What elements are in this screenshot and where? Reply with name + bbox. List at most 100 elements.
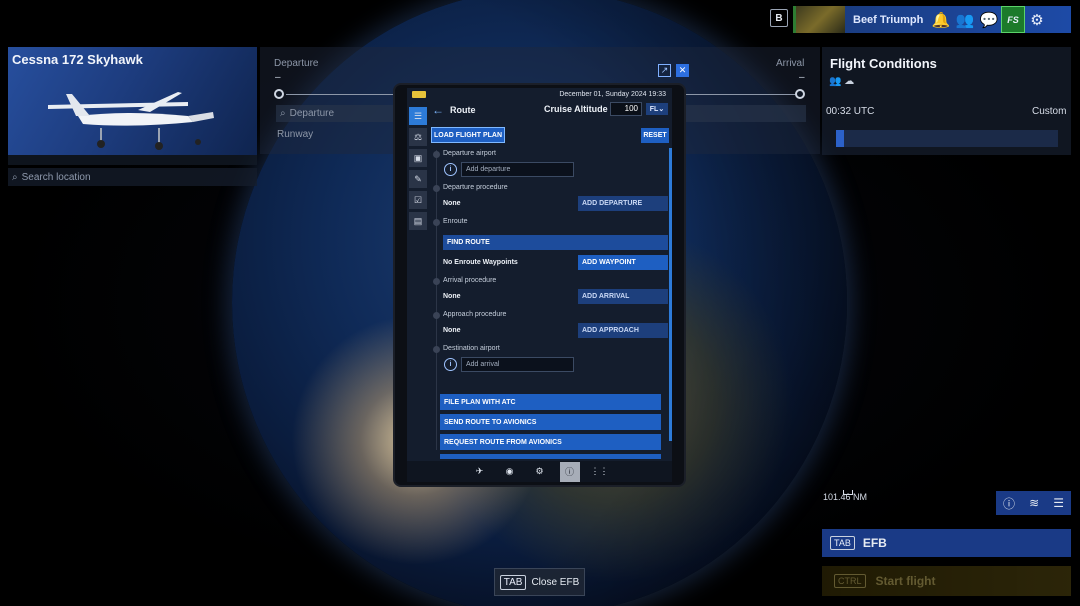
- map-tools: ⓘ ≋ ☰: [996, 491, 1071, 515]
- aircraft-card[interactable]: Cessna 172 Skyhawk: [8, 47, 257, 155]
- search-location[interactable]: ⌕ Search location: [8, 168, 257, 186]
- efb-button[interactable]: TAB EFB: [822, 529, 1071, 557]
- arrival-point: [795, 89, 805, 99]
- username[interactable]: Beef Triumph: [853, 14, 929, 26]
- efb-bottom-nav: ✈ ◉ ⚙ ⓘ ⋮⋮: [407, 461, 672, 482]
- time-slider[interactable]: [836, 130, 1058, 147]
- timeline-node: [433, 185, 440, 192]
- settings-icon[interactable]: ⚙: [530, 462, 550, 482]
- weather-icon: 👥 ☁: [829, 76, 855, 87]
- timeline-node: [433, 151, 440, 158]
- start-flight-button[interactable]: CTRL Start flight: [822, 566, 1071, 596]
- fs-label: FS: [1007, 14, 1019, 25]
- close-icon[interactable]: ✕: [676, 64, 689, 77]
- briefcase-tab-icon[interactable]: ▣: [409, 149, 427, 167]
- info-icon[interactable]: ⓘ: [1003, 495, 1015, 512]
- departure-value: –: [275, 72, 281, 83]
- tablet-window-controls: ↗ ✕: [658, 64, 689, 77]
- chat-icon[interactable]: 💬: [977, 6, 1001, 33]
- gear-icon[interactable]: ⚙: [1025, 6, 1049, 33]
- approach-procedure-label: Approach procedure: [443, 311, 507, 318]
- unit-label: FL: [649, 105, 659, 113]
- info-icon[interactable]: i: [444, 163, 457, 176]
- departure-airport-label: Departure airport: [443, 150, 496, 157]
- layers-icon[interactable]: ≋: [1029, 496, 1039, 510]
- load-flight-plan-button[interactable]: LOAD FLIGHT PLAN: [431, 127, 505, 143]
- timeline-node: [433, 278, 440, 285]
- request-route-from-avionics-button[interactable]: REQUEST ROUTE FROM AVIONICS: [440, 434, 661, 450]
- menu-icon[interactable]: ☰: [1053, 496, 1064, 510]
- clipboard-tab-icon[interactable]: ▤: [409, 212, 427, 230]
- runway-label[interactable]: Runway: [277, 129, 313, 140]
- close-efb-label: Close EFB: [531, 576, 580, 588]
- altitude-unit-select[interactable]: FL ⌄: [646, 103, 668, 115]
- back-arrow-icon[interactable]: ←: [432, 103, 444, 117]
- efb-label: EFB: [862, 536, 887, 550]
- cruise-altitude-input[interactable]: 100: [610, 102, 642, 116]
- start-flight-label: Start flight: [875, 574, 936, 588]
- enroute-value: No Enroute Waypoints: [443, 259, 518, 266]
- find-route-button[interactable]: FIND ROUTE: [443, 235, 668, 250]
- apps-icon[interactable]: ⋮⋮: [590, 462, 610, 482]
- approach-procedure-value: None: [443, 327, 461, 334]
- add-approach-button[interactable]: ADD APPROACH: [578, 323, 668, 338]
- add-arrival-button[interactable]: ADD ARRIVAL: [578, 289, 668, 304]
- departure-point: [274, 89, 284, 99]
- tablet-datetime: December 01, Sunday 2024 19:33: [559, 91, 666, 98]
- chevron-down-icon: ⌄: [658, 106, 665, 113]
- search-icon: ⌕: [280, 108, 286, 119]
- info-icon[interactable]: i: [444, 358, 457, 371]
- scrollbar-thumb[interactable]: [669, 148, 672, 441]
- departure-procedure-label: Departure procedure: [443, 184, 508, 191]
- popout-icon[interactable]: ↗: [658, 64, 671, 77]
- notes-tab-icon[interactable]: ✎: [409, 170, 427, 188]
- conditions-mode: Custom: [1032, 106, 1067, 117]
- route-timeline: [436, 150, 437, 450]
- add-departure-button[interactable]: ADD DEPARTURE: [578, 196, 668, 211]
- add-waypoint-button[interactable]: ADD WAYPOINT: [578, 255, 668, 270]
- search-placeholder: Search location: [21, 171, 91, 183]
- info-icon[interactable]: ⓘ: [559, 461, 580, 482]
- aircraft-title: Cessna 172 Skyhawk: [12, 52, 143, 67]
- departure-input-placeholder: Departure: [289, 108, 335, 119]
- status-bar: December 01, Sunday 2024 19:33: [407, 88, 672, 101]
- arrival-procedure-value: None: [443, 293, 461, 300]
- arrival-label: Arrival: [776, 58, 805, 69]
- battery-icon: [412, 91, 426, 98]
- departure-search-input[interactable]: ⌕ Departure: [276, 105, 396, 122]
- aircraft-card-footer: [8, 155, 257, 165]
- timeline-node: [433, 346, 440, 353]
- route-tab-icon[interactable]: ☰: [409, 107, 427, 125]
- bell-icon[interactable]: 🔔: [929, 6, 953, 33]
- close-efb-button[interactable]: TAB Close EFB: [494, 568, 585, 596]
- flight-conditions-title: Flight Conditions: [830, 56, 937, 71]
- arrival-procedure-label: Arrival procedure: [443, 277, 497, 284]
- more-actions-partial: [440, 454, 661, 459]
- add-arrival-input[interactable]: Add arrival: [461, 357, 574, 372]
- send-route-to-avionics-button[interactable]: SEND ROUTE TO AVIONICS: [440, 414, 661, 430]
- add-departure-input[interactable]: Add departure: [461, 162, 574, 177]
- atc-icon[interactable]: ◉: [500, 462, 520, 482]
- keybind-b: B: [770, 9, 788, 27]
- arrival-search-input[interactable]: [686, 105, 806, 122]
- users-icon[interactable]: 👥: [953, 6, 977, 33]
- timeline-node: [433, 219, 440, 226]
- departure-procedure-value: None: [443, 200, 461, 207]
- reset-button[interactable]: RESET: [641, 128, 669, 143]
- route-header: ← Route Cruise Altitude 100 FL ⌄: [432, 101, 670, 119]
- efb-side-tabs: ☰ ⚖ ▣ ✎ ☑ ▤: [409, 107, 427, 233]
- time-slider-handle[interactable]: [836, 130, 844, 147]
- checklist-tab-icon[interactable]: ☑: [409, 191, 427, 209]
- arrival-value: –: [799, 72, 805, 83]
- route-title: Route: [450, 105, 476, 115]
- weight-tab-icon[interactable]: ⚖: [409, 128, 427, 146]
- airplane-icon[interactable]: ✈: [470, 462, 490, 482]
- file-plan-with-atc-button[interactable]: FILE PLAN WITH ATC: [440, 394, 661, 410]
- fs-marketplace-icon[interactable]: FS: [1001, 6, 1025, 33]
- avatar[interactable]: [793, 6, 845, 33]
- search-icon: ⌕: [12, 171, 18, 183]
- user-bar: Beef Triumph 🔔 👥 💬 FS ⚙: [793, 6, 1071, 33]
- utc-time: 00:32 UTC: [826, 106, 875, 117]
- tab-key: TAB: [499, 574, 527, 590]
- enroute-label: Enroute: [443, 218, 468, 225]
